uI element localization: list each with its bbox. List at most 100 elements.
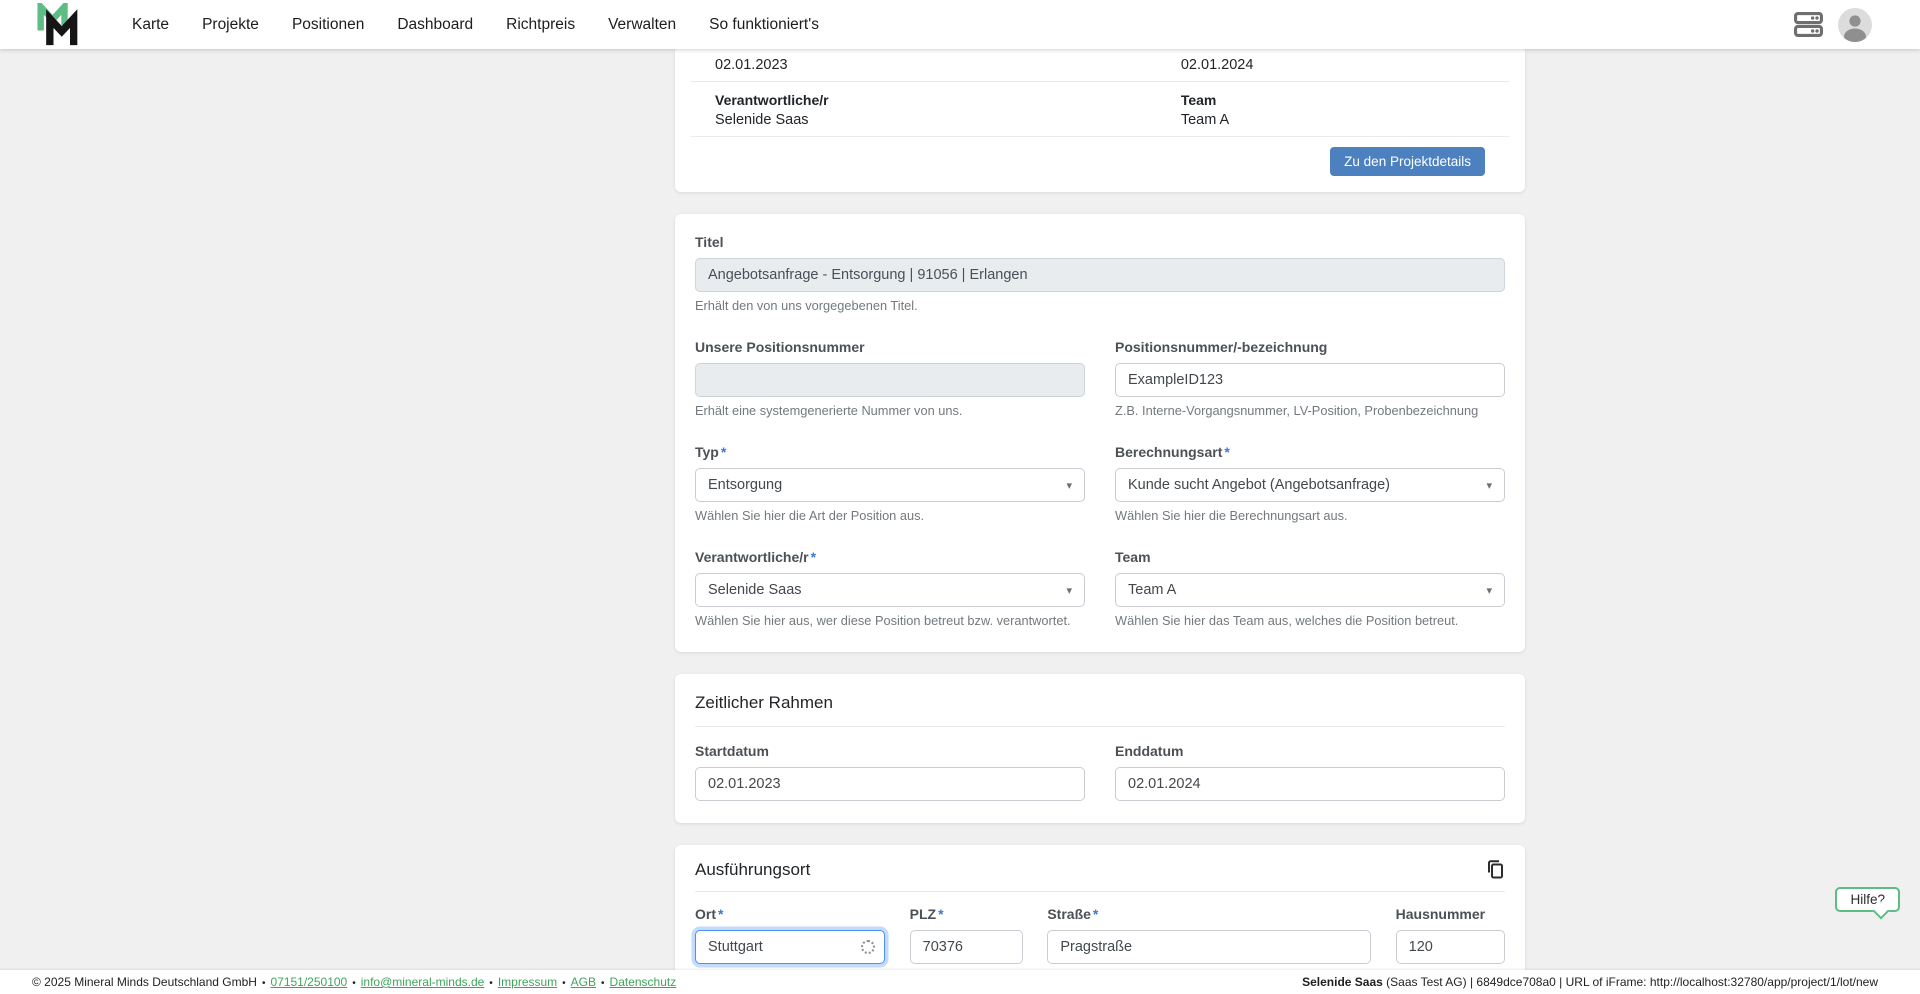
required-marker: * (810, 549, 817, 565)
main-navigation: Karte Projekte Positionen Dashboard Rich… (132, 16, 819, 34)
ausfuehrungsort-card: Ausführungsort Ort * Stuttgart PLZ * 703… (675, 845, 1525, 970)
environment-server-icon[interactable] (1793, 9, 1824, 40)
ausfuehrungsort-heading: Ausführungsort (695, 860, 811, 879)
top-navbar: Karte Projekte Positionen Dashboard Rich… (0, 0, 1920, 49)
divider (695, 891, 1505, 892)
strasse-label: Straße * (1047, 906, 1099, 922)
zeitlicher-rahmen-card: Zeitlicher Rahmen Startdatum Enddatum (675, 674, 1525, 823)
our-number-label: Unsere Positionsnummer (695, 339, 865, 355)
footer-session-info: Selenide Saas (Saas Test AG) | 6849dce70… (1302, 975, 1878, 989)
our-number-helper: Erhält eine systemgenerierte Nummer von … (695, 403, 963, 418)
project-responsible-value: Selenide Saas (715, 112, 809, 128)
footer-left: © 2025 Mineral Minds Deutschland GmbH • 07… (32, 975, 677, 989)
typ-label: Typ * (695, 444, 727, 460)
enddatum-input[interactable] (1115, 767, 1505, 801)
typ-group: Typ * Entsorgung ▾ Wählen Sie hier die Ar… (695, 442, 1085, 525)
nav-item-positionen[interactable]: Positionen (292, 16, 364, 34)
zeitlicher-rahmen-heading: Zeitlicher Rahmen (695, 693, 833, 712)
logo-icon (37, 2, 78, 45)
enddatum-group: Enddatum (1115, 741, 1505, 801)
verantwortlicher-group: Verantwortliche/r * Selenide Saas ▾ Wähle… (695, 547, 1085, 630)
chevron-down-icon: ▾ (1486, 584, 1492, 597)
titel-group: Titel Erhält den von uns vorgegebenen Ti… (695, 232, 1505, 315)
typ-helper: Wählen Sie hier die Art der Position aus… (695, 508, 925, 523)
team-helper: Wählen Sie hier das Team aus, welches di… (1115, 613, 1459, 628)
required-marker: * (1224, 444, 1230, 460)
hausnummer-label: Hausnummer (1395, 906, 1486, 922)
enddatum-label: Enddatum (1115, 743, 1184, 759)
plz-group: PLZ * (909, 904, 1024, 964)
nav-item-karte[interactable]: Karte (132, 16, 169, 34)
footer: © 2025 Mineral Minds Deutschland GmbH • 07… (0, 970, 1920, 994)
berechnungsart-select[interactable]: Kunde sucht Angebot (Angebotsanfrage) ▾ (1115, 468, 1505, 502)
position-form-card: Titel Erhält den von uns vorgegebenen Ti… (675, 214, 1525, 652)
project-end-date: 02.01.2024 (1180, 57, 1254, 73)
startdatum-input[interactable] (695, 767, 1085, 801)
team-label: Team (1115, 549, 1151, 565)
startdatum-label: Startdatum (695, 743, 769, 759)
nav-item-verwalten[interactable]: Verwalten (608, 16, 676, 34)
nav-item-projekte[interactable]: Projekte (202, 16, 259, 34)
help-button[interactable]: Hilfe? (1835, 887, 1900, 912)
footer-session-details: (Saas Test AG) | 6849dce708a0 | URL of i… (1382, 975, 1878, 989)
ort-group: Ort * (695, 904, 886, 964)
divider (695, 726, 1505, 727)
team-group: Team Team A ▾ Wählen Sie hier das Team a… (1115, 547, 1505, 630)
hausnummer-input[interactable] (1395, 930, 1505, 964)
ort-label: Ort * (695, 906, 724, 922)
verantwortlicher-helper: Wählen Sie hier aus, wer diese Position … (695, 613, 1071, 628)
project-people-row: Verantwortliche/r Selenide Saas Team Tea… (691, 82, 1509, 137)
position-number-label: Positionsnummer/-bezeichnung (1115, 339, 1328, 355)
chevron-down-icon: ▾ (1066, 584, 1072, 597)
our-number-group: Unsere Positionsnummer Erhält eine syste… (695, 337, 1085, 420)
footer-datenschutz-link[interactable]: Datenschutz (610, 975, 677, 989)
strasse-input[interactable] (1047, 930, 1372, 964)
footer-impressum-link[interactable]: Impressum (498, 975, 557, 989)
startdatum-group: Startdatum (695, 741, 1085, 801)
footer-email-link[interactable]: info@mineral-minds.de (361, 975, 485, 989)
required-marker: * (720, 444, 727, 460)
main-content: 02.01.2023 02.01.2024 Verantwortliche/r … (0, 49, 1920, 970)
strasse-group: Straße * (1047, 904, 1372, 964)
berechnungsart-label: Berechnungsart * (1115, 444, 1230, 460)
footer-copyright: © 2025 Mineral Minds Deutschland GmbH (32, 975, 257, 989)
chevron-down-icon: ▾ (1066, 479, 1072, 492)
titel-helper: Erhält den von uns vorgegebenen Titel. (695, 298, 918, 313)
project-start-date: 02.01.2023 (715, 57, 788, 73)
our-number-input (695, 363, 1085, 397)
nav-item-richtpreis[interactable]: Richtpreis (506, 16, 575, 34)
plz-input[interactable] (909, 930, 1024, 964)
berechnungsart-group: Berechnungsart * Kunde sucht Angebot (Ang… (1115, 442, 1505, 525)
nav-item-dashboard[interactable]: Dashboard (397, 16, 473, 34)
nav-item-so-funktionierts[interactable]: So funktioniert's (709, 16, 819, 34)
footer-phone-link[interactable]: 07151/250100 (270, 975, 347, 989)
project-team-value: Team A (1180, 112, 1230, 128)
hausnummer-group: Hausnummer (1395, 904, 1505, 964)
project-responsible-label: Verantwortliche/r (715, 92, 829, 108)
required-marker: * (1092, 906, 1099, 922)
team-select[interactable]: Team A ▾ (1115, 573, 1505, 607)
project-dates-row: 02.01.2023 02.01.2024 (691, 49, 1509, 82)
plz-label: PLZ * (909, 906, 944, 922)
footer-agb-link[interactable]: AGB (571, 975, 596, 989)
titel-input (695, 258, 1505, 292)
verantwortlicher-label: Verantwortliche/r * (695, 549, 817, 565)
ort-input[interactable] (695, 930, 886, 964)
footer-user-name: Selenide Saas (1302, 975, 1383, 989)
position-number-group: Positionsnummer/-bezeichnung Z.B. Intern… (1115, 337, 1505, 420)
chevron-down-icon: ▾ (1486, 479, 1492, 492)
position-number-helper: Z.B. Interne-Vorgangsnummer, LV-Position… (1115, 403, 1479, 418)
project-team-label: Team (1180, 92, 1217, 108)
required-marker: * (718, 906, 724, 922)
user-avatar[interactable] (1838, 7, 1872, 42)
required-marker: * (938, 906, 944, 922)
project-details-button[interactable]: Zu den Projektdetails (1330, 147, 1485, 176)
typ-select[interactable]: Entsorgung ▾ (695, 468, 1085, 502)
titel-label: Titel (695, 234, 724, 250)
mineral-minds-logo[interactable] (36, 2, 82, 47)
copy-icon[interactable] (1485, 859, 1505, 879)
position-number-input[interactable] (1115, 363, 1505, 397)
verantwortlicher-select[interactable]: Selenide Saas ▾ (695, 573, 1085, 607)
project-summary-card: 02.01.2023 02.01.2024 Verantwortliche/r … (675, 49, 1525, 192)
berechnungsart-helper: Wählen Sie hier die Berechnungsart aus. (1115, 508, 1348, 523)
